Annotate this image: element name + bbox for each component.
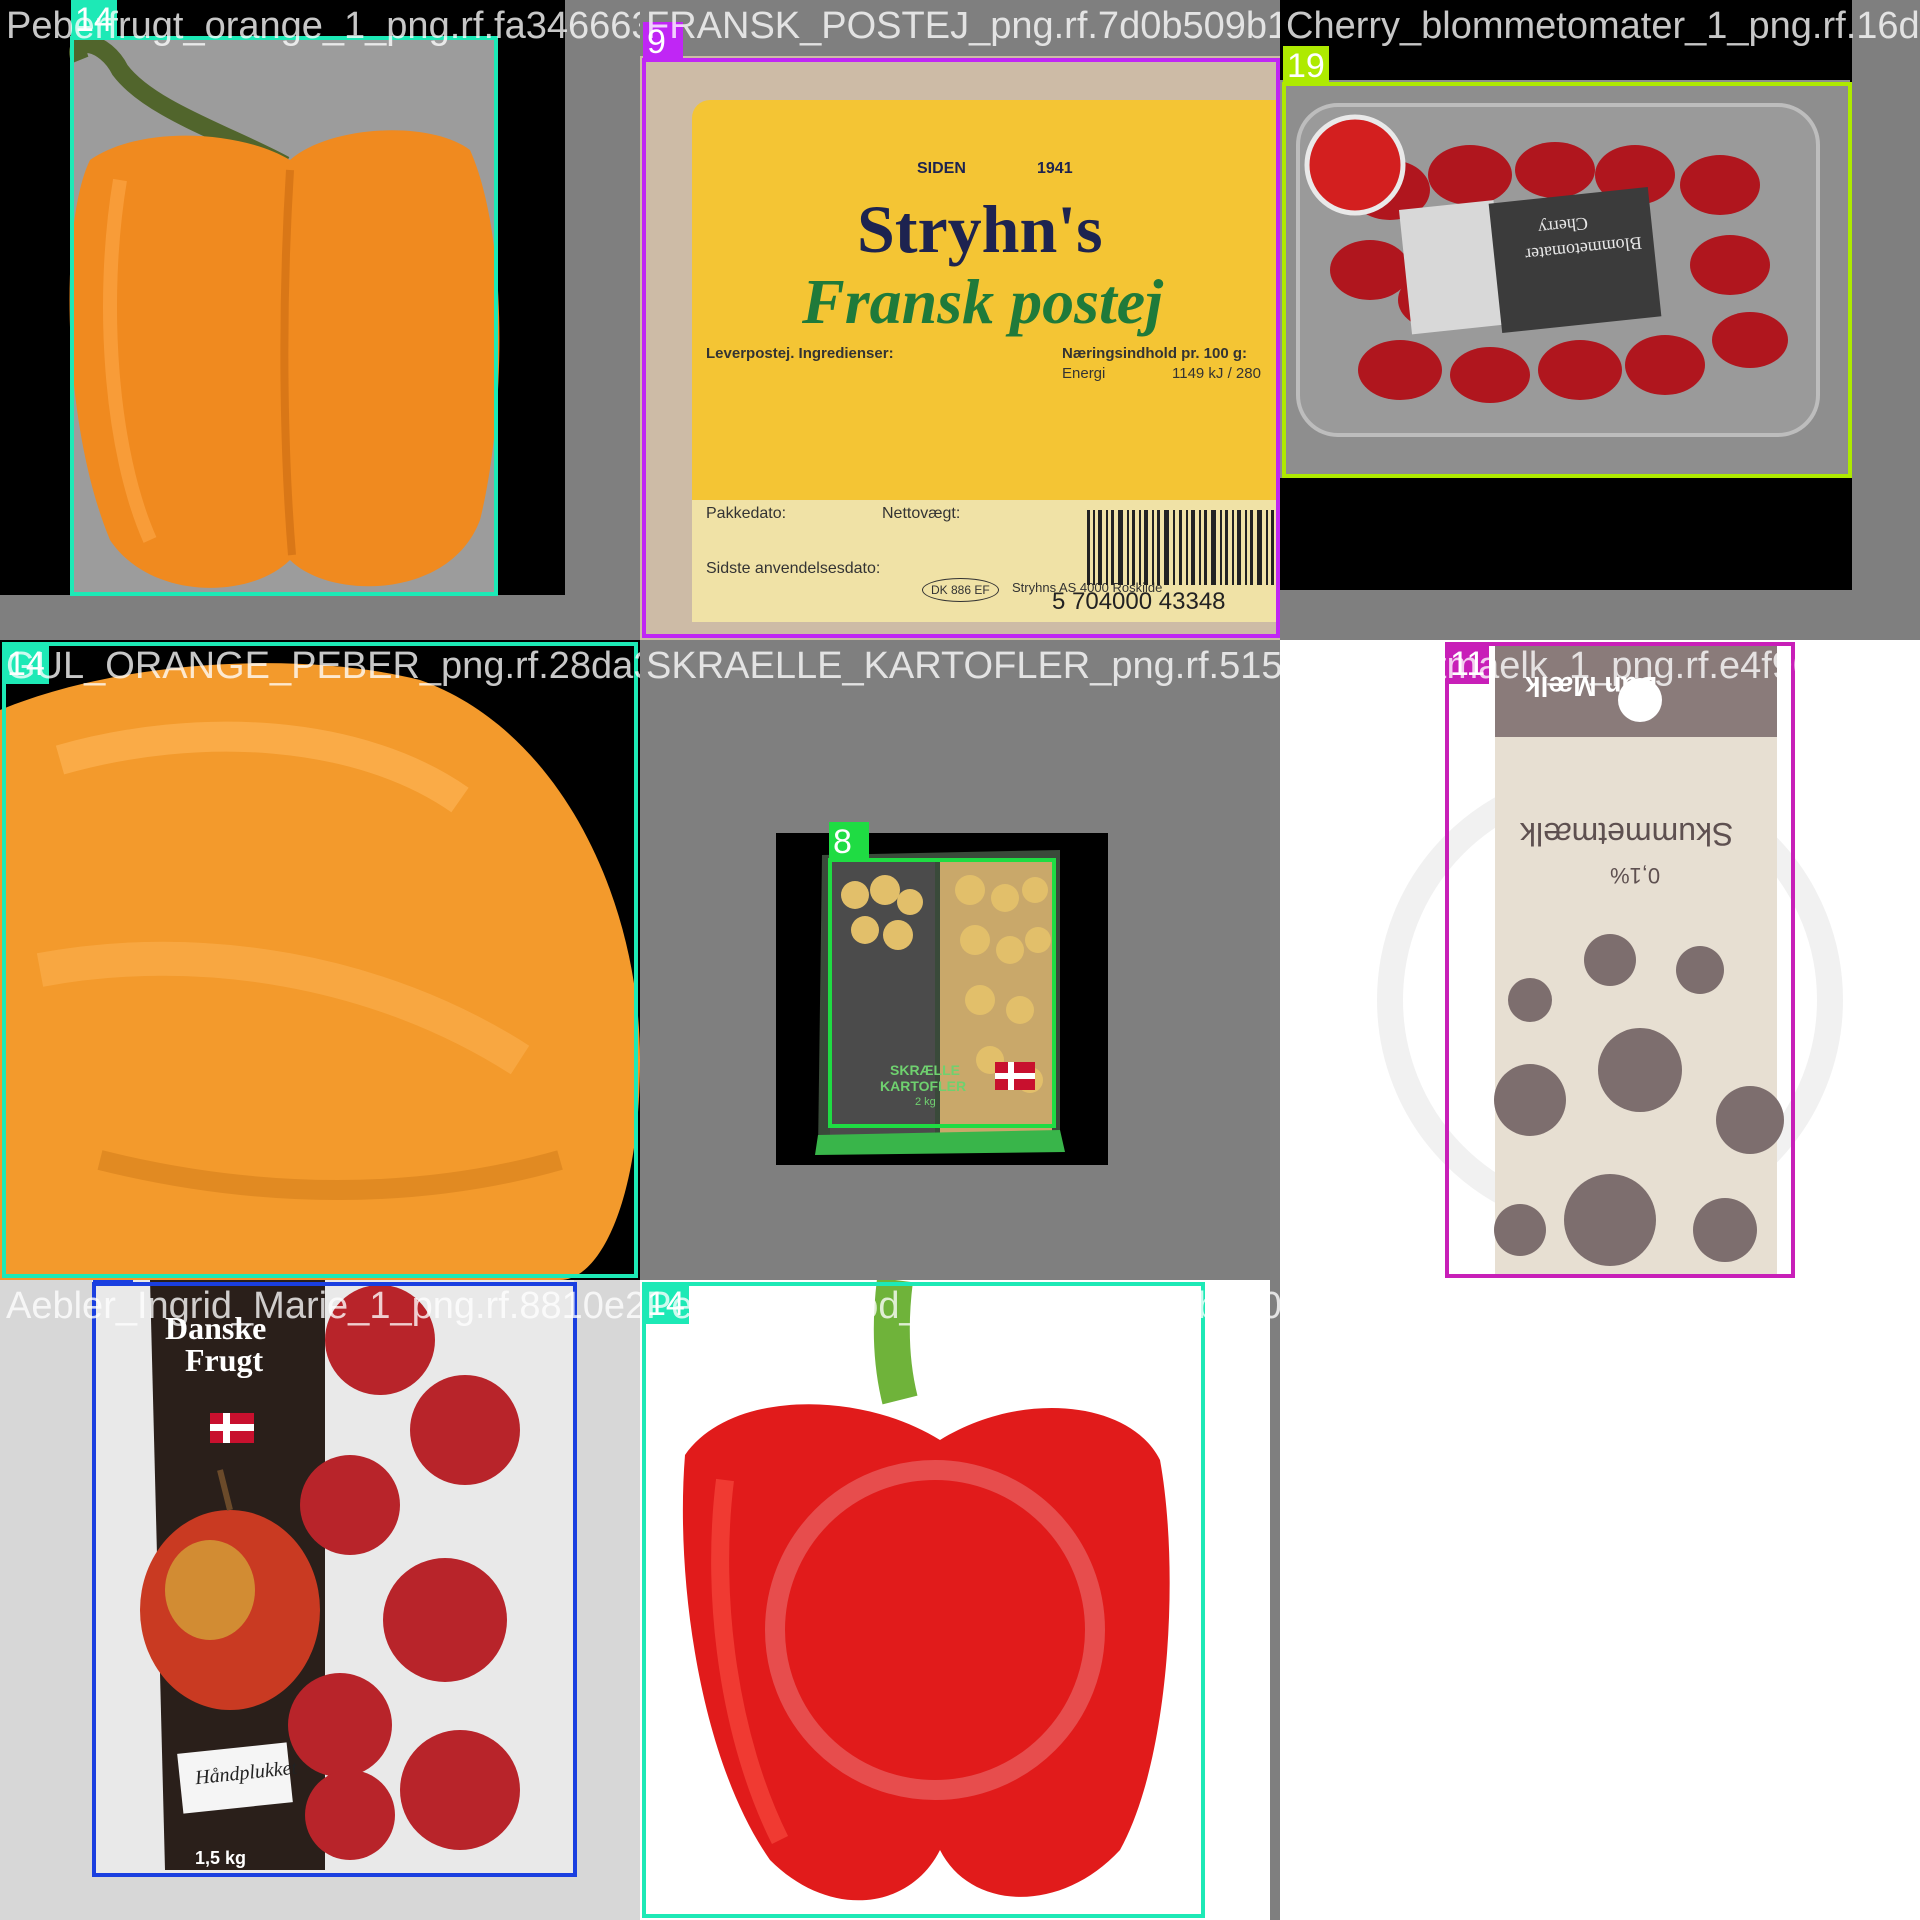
detection-box: 14	[70, 0, 498, 596]
tile-fransk-postej: SIDEN 1941 Stryhn's Fransk postej Leverp…	[640, 0, 1280, 640]
tile-orange-pepper: 14 Peberfrugt_orange_1_png.rf.fa34666379…	[0, 0, 640, 640]
class-label: 11	[1446, 644, 1490, 684]
tile-gul-orange-peber: 14 GUL_ORANGE_PEBER_png.rf.28da32e7a5e1b…	[0, 640, 640, 1280]
tile-skraelle-kartofler: SKRÆLLE KARTOFLER 2 kg 8 SKRAELLE_KARTOF…	[640, 640, 1280, 1280]
detection-box: 19	[1282, 46, 1852, 478]
class-label: 14	[71, 0, 117, 40]
detection-box: 9	[642, 22, 1280, 638]
class-label: 19	[1283, 46, 1329, 86]
tile-aebler: Danske Frugt Håndplukket 1,5 kg 0 Aebler…	[0, 1280, 640, 1920]
class-label: 14	[643, 1284, 689, 1324]
detection-box: 14	[2, 642, 638, 1278]
detection-box: 11	[1445, 642, 1795, 1278]
detection-box: 14	[642, 1282, 1205, 1918]
class-label: 0	[93, 1280, 133, 1286]
class-label: 14	[3, 644, 49, 684]
class-label: 8	[829, 822, 869, 862]
tile-skummetmaelk: Dan Mælk Skummetmælk 0,1% 11 Skummetmael…	[1280, 640, 1920, 1280]
tile-red-pepper: 14 Peberfrugt_rod_1_png.rf.4fab2f1b1a0bd…	[640, 1280, 1280, 1920]
tile-cherry-tomatoes: Cherry Blommetomater 19 Cherry_blommetom…	[1280, 0, 1920, 640]
detection-box: 8	[828, 822, 1056, 1128]
detection-box: 0	[92, 1280, 577, 1877]
class-label: 9	[643, 22, 683, 62]
mosaic-grid: 14 Peberfrugt_orange_1_png.rf.fa34666379…	[0, 0, 1920, 1920]
empty-tile	[1280, 1280, 1920, 1920]
